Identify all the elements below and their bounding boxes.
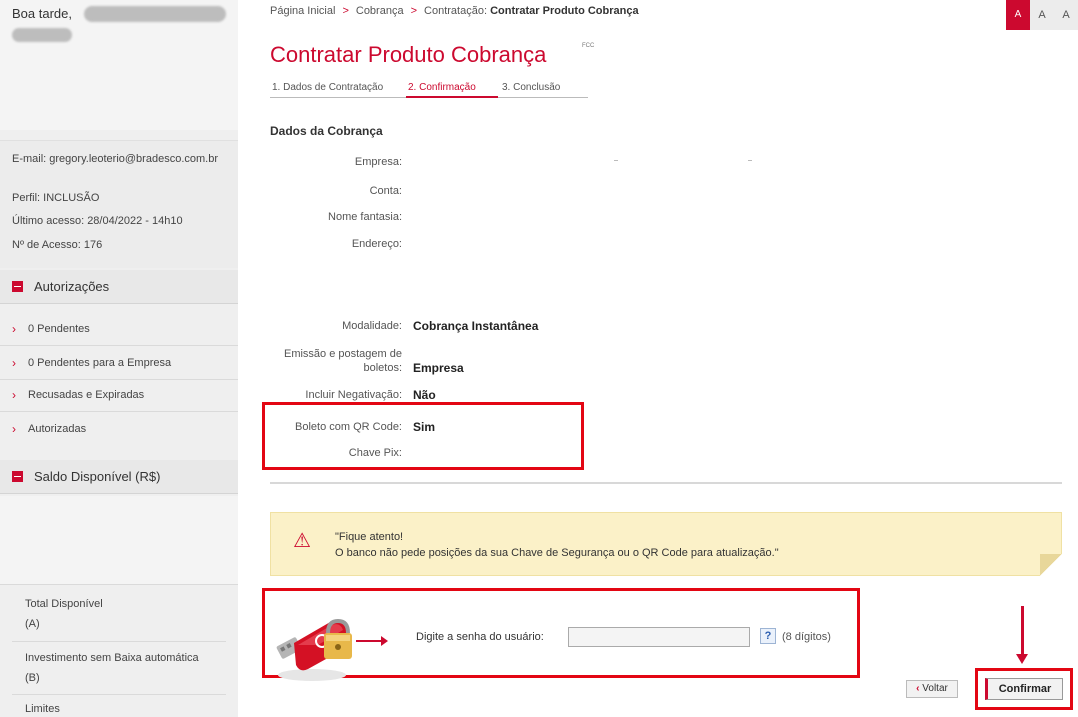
chevron-right-icon: ›	[12, 356, 16, 370]
chevron-right-icon: ›	[12, 388, 16, 402]
menu-item-recusadas[interactable]: › Recusadas e Expiradas	[0, 380, 238, 412]
senha-input[interactable]	[568, 627, 750, 647]
redacted-mark	[748, 160, 752, 161]
user-info-panel: E-mail: gregory.leoterio@bradesco.com.br…	[0, 140, 238, 268]
help-icon[interactable]: ?	[760, 628, 776, 644]
conta-label: Conta:	[369, 185, 402, 197]
redacted-mark	[614, 160, 618, 161]
redacted-name-2	[12, 28, 72, 42]
breadcrumb-home[interactable]: Página Inicial	[270, 5, 335, 17]
voltar-label: Voltar	[922, 683, 948, 694]
saldo-invest-sub: (B)	[25, 672, 40, 684]
emissao-value: Empresa	[413, 361, 464, 375]
saldo-rows: Total Disponível (A) Investimento sem Ba…	[0, 584, 238, 694]
font-size-controls: A A A	[1006, 0, 1078, 30]
collapse-icon	[12, 471, 23, 482]
menu-item-autorizadas[interactable]: › Autorizadas	[0, 414, 238, 446]
steps-active-indicator	[406, 96, 498, 98]
senha-hint: (8 dígitos)	[782, 631, 831, 643]
confirmar-button[interactable]: Confirmar	[985, 678, 1063, 700]
saldo-title: Saldo Disponível (R$)	[34, 469, 161, 484]
menu-item-label: 0 Pendentes para a Empresa	[28, 357, 172, 369]
arrow-right-icon	[356, 636, 388, 646]
warning-line2: O banco não pede posições da sua Chave d…	[335, 547, 779, 559]
access-count: Nº de Acesso: 176	[12, 239, 103, 251]
last-access: Último acesso: 28/04/2022 - 14h10	[12, 215, 183, 227]
menu-item-pendentes-empresa[interactable]: › 0 Pendentes para a Empresa	[0, 348, 238, 380]
highlight-qrcode-box	[262, 402, 584, 470]
autorizacoes-list: › 0 Pendentes › 0 Pendentes para a Empre…	[0, 306, 238, 458]
warning-icon: ⚠	[293, 530, 311, 552]
negativacao-value: Não	[413, 388, 436, 402]
warning-line1: "Fique atento!	[335, 531, 404, 543]
step-confirmacao: 2. Confirmação	[408, 82, 476, 93]
autorizacoes-title: Autorizações	[34, 279, 110, 294]
chevron-right-icon: ›	[12, 422, 16, 436]
senha-label: Digite a senha do usuário:	[416, 631, 544, 643]
greeting-panel: Boa tarde,	[0, 0, 238, 130]
step-dados: 1. Dados de Contratação	[272, 82, 384, 93]
menu-item-pendentes[interactable]: › 0 Pendentes	[0, 314, 238, 346]
sidebar: Boa tarde, E-mail: gregory.leoterio@brad…	[0, 0, 238, 717]
font-size-small-button[interactable]: A	[1006, 0, 1030, 30]
modalidade-value: Cobrança Instantânea	[413, 319, 539, 333]
saldo-header[interactable]: Saldo Disponível (R$)	[0, 460, 238, 494]
autorizacoes-header[interactable]: Autorizações	[0, 270, 238, 304]
saldo-invest-label: Investimento sem Baixa automática	[25, 652, 199, 664]
saldo-list: Total Disponível (A) Investimento sem Ba…	[0, 496, 238, 717]
modalidade-label: Modalidade:	[342, 320, 402, 332]
voltar-button[interactable]: ‹ Voltar	[906, 680, 958, 698]
greeting-text: Boa tarde,	[12, 6, 72, 21]
page-fold-decoration	[1040, 554, 1062, 576]
collapse-icon	[12, 281, 23, 292]
saldo-limites-label: Limites	[25, 703, 60, 715]
breadcrumb: Página Inicial > Cobrança > Contratação: Con…	[270, 5, 639, 17]
arrow-down-icon	[1016, 606, 1028, 664]
nome-fantasia-label: Nome fantasia:	[328, 211, 402, 223]
saldo-blank-area	[0, 496, 238, 584]
section-title: Dados da Cobrança	[270, 124, 383, 138]
user-email: E-mail: gregory.leoterio@bradesco.com.br	[12, 153, 218, 165]
font-size-large-button[interactable]: A	[1054, 0, 1078, 30]
security-warning: ⚠ "Fique atento! O banco não pede posiçõ…	[270, 512, 1062, 576]
font-size-medium-button[interactable]: A	[1030, 0, 1054, 30]
menu-item-label: 0 Pendentes	[28, 323, 90, 335]
breadcrumb-cobranca[interactable]: Cobrança	[356, 5, 404, 17]
chevron-right-icon: ›	[12, 322, 16, 336]
menu-item-label: Autorizadas	[28, 423, 87, 435]
divider	[12, 694, 226, 695]
step-conclusao: 3. Conclusão	[502, 82, 561, 93]
security-key-icon	[276, 618, 352, 681]
section-divider	[270, 482, 1062, 484]
divider	[12, 641, 226, 642]
breadcrumb-current: Contratar Produto Cobrança	[490, 5, 639, 17]
page-title-code: FCC	[582, 43, 595, 49]
breadcrumb-contratacao: Contratação:	[424, 5, 487, 17]
negativacao-label: Incluir Negativação:	[305, 389, 402, 401]
page-title: Contratar Produto Cobrança	[270, 42, 547, 67]
redacted-name	[84, 6, 226, 22]
saldo-total-label: Total Disponível	[25, 598, 103, 610]
emissao-label-line2: boletos:	[363, 362, 402, 374]
saldo-total-sub: (A)	[25, 618, 40, 630]
chevron-left-icon: ‹	[916, 683, 920, 694]
empresa-label: Empresa:	[354, 156, 402, 168]
menu-item-label: Recusadas e Expiradas	[28, 389, 145, 401]
emissao-label-line1: Emissão e postagem de	[283, 348, 402, 360]
endereco-label: Endereço:	[351, 238, 402, 250]
breadcrumb-separator: >	[342, 5, 349, 17]
user-profile: Perfil: INCLUSÃO	[12, 192, 100, 204]
breadcrumb-separator: >	[410, 5, 418, 17]
